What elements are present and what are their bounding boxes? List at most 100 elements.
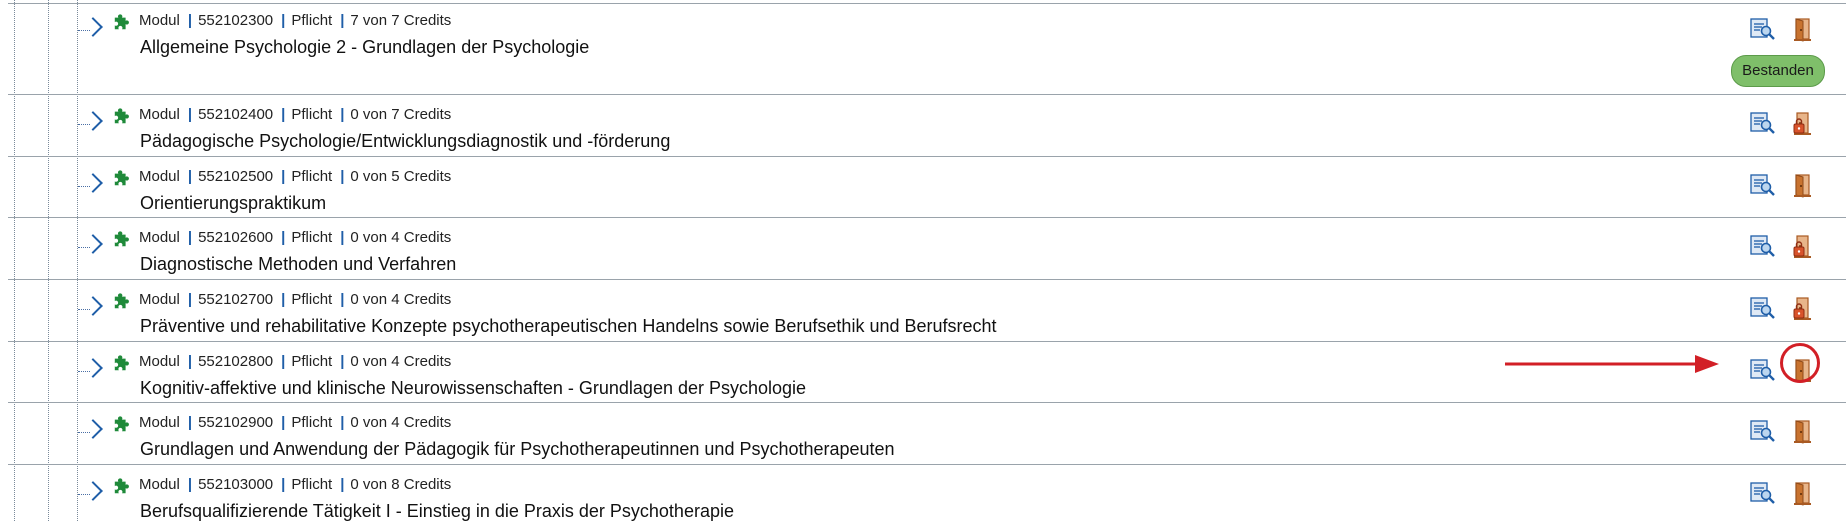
meta-separator: |: [187, 476, 193, 493]
meta-separator: |: [187, 106, 193, 123]
annotation-circle: [1780, 343, 1820, 383]
details-search-icon[interactable]: [1750, 234, 1776, 258]
module-type: Modul: [139, 168, 180, 185]
module-title[interactable]: Kognitiv-affektive und klinische Neurowi…: [140, 378, 806, 399]
door-icon[interactable]: [1790, 173, 1814, 199]
module-title[interactable]: Präventive und rehabilitative Konzepte p…: [140, 316, 997, 337]
expand-chevron-icon[interactable]: [83, 419, 103, 439]
meta-separator: |: [187, 229, 193, 246]
module-kind: Pflicht: [291, 476, 333, 493]
module-credits: 0 von 5 Credits: [350, 168, 452, 185]
expand-chevron-icon[interactable]: [83, 358, 103, 378]
module-kind: Pflicht: [291, 106, 333, 123]
module-list-page: Modul | 552102300 | Pflicht | 7 von 7 Credits …: [0, 0, 1846, 521]
module-number: 552102400: [198, 106, 274, 123]
door-locked-icon[interactable]: [1790, 296, 1814, 322]
module-title[interactable]: Diagnostische Methoden und Verfahren: [140, 254, 456, 275]
meta-separator: |: [281, 106, 286, 123]
meta-separator: |: [187, 291, 193, 308]
expand-chevron-icon[interactable]: [83, 173, 103, 193]
meta-separator: |: [340, 291, 345, 308]
meta-separator: |: [187, 168, 193, 185]
puzzle-icon: [114, 170, 129, 186]
module-number: 552102600: [198, 229, 274, 246]
module-meta: Modul | 552102800 | Pflicht | 0 von 4 Credits: [139, 353, 451, 370]
module-credits: 0 von 7 Credits: [350, 106, 452, 123]
door-icon[interactable]: [1790, 419, 1814, 445]
module-type: Modul: [139, 353, 180, 370]
puzzle-icon: [114, 108, 129, 124]
expand-chevron-icon[interactable]: [83, 296, 103, 316]
annotation-arrow: [1505, 355, 1719, 373]
module-row: Modul | 552102600 | Pflicht | 0 von 4 Credits …: [0, 217, 1846, 279]
module-meta: Modul | 552102900 | Pflicht | 0 von 4 Credits: [139, 414, 451, 431]
module-number: 552103000: [198, 476, 274, 493]
expand-chevron-icon[interactable]: [83, 111, 103, 131]
module-title[interactable]: Orientierungspraktikum: [140, 193, 326, 214]
puzzle-icon: [114, 14, 129, 30]
puzzle-icon: [114, 416, 129, 432]
door-locked-icon[interactable]: [1790, 111, 1814, 137]
door-icon[interactable]: [1790, 481, 1814, 507]
module-kind: Pflicht: [291, 291, 333, 308]
module-row: Modul | 552102900 | Pflicht | 0 von 4 Credits …: [0, 402, 1846, 464]
expand-chevron-icon[interactable]: [83, 481, 103, 501]
meta-separator: |: [340, 353, 345, 370]
details-search-icon[interactable]: [1750, 481, 1776, 505]
door-locked-icon[interactable]: [1790, 234, 1814, 260]
details-search-icon[interactable]: [1750, 17, 1776, 41]
details-search-icon[interactable]: [1750, 173, 1776, 197]
module-row: Modul | 552102500 | Pflicht | 0 von 5 Credits …: [0, 156, 1846, 217]
module-row: Modul | 552102400 | Pflicht | 0 von 7 Credits …: [0, 94, 1846, 156]
module-title[interactable]: Allgemeine Psychologie 2 - Grundlagen de…: [140, 37, 589, 58]
meta-separator: |: [187, 12, 193, 29]
module-title[interactable]: Pädagogische Psychologie/Entwicklungsdia…: [140, 131, 670, 152]
meta-separator: |: [281, 12, 286, 29]
module-meta: Modul | 552102400 | Pflicht | 0 von 7 Credits: [139, 106, 451, 123]
module-number: 552102800: [198, 353, 274, 370]
meta-separator: |: [281, 291, 286, 308]
meta-separator: |: [340, 414, 345, 431]
module-number: 552102900: [198, 414, 274, 431]
module-credits: 0 von 4 Credits: [350, 353, 452, 370]
details-search-icon[interactable]: [1750, 111, 1776, 135]
module-title[interactable]: Berufsqualifizierende Tätigkeit I - Eins…: [140, 501, 734, 521]
status-badge: Bestanden: [1731, 55, 1825, 87]
meta-separator: |: [281, 168, 286, 185]
module-meta: Modul | 552102600 | Pflicht | 0 von 4 Credits: [139, 229, 451, 246]
module-kind: Pflicht: [291, 353, 333, 370]
details-search-icon[interactable]: [1750, 296, 1776, 320]
module-row: Modul | 552103000 | Pflicht | 0 von 8 Credits …: [0, 464, 1846, 521]
module-row: Modul | 552102300 | Pflicht | 7 von 7 Credits …: [0, 0, 1846, 94]
expand-chevron-icon[interactable]: [83, 17, 103, 37]
module-type: Modul: [139, 291, 180, 308]
module-meta: Modul | 552103000 | Pflicht | 0 von 8 Credits: [139, 476, 451, 493]
module-kind: Pflicht: [291, 414, 333, 431]
puzzle-icon: [114, 231, 129, 247]
puzzle-icon: [114, 355, 129, 371]
puzzle-icon: [114, 293, 129, 309]
meta-separator: |: [187, 414, 193, 431]
module-credits: 7 von 7 Credits: [350, 12, 452, 29]
module-row: Modul | 552102700 | Pflicht | 0 von 4 Credits …: [0, 279, 1846, 341]
module-meta: Modul | 552102300 | Pflicht | 7 von 7 Credits: [139, 12, 451, 29]
meta-separator: |: [340, 476, 345, 493]
module-kind: Pflicht: [291, 229, 333, 246]
details-search-icon[interactable]: [1750, 419, 1776, 443]
module-credits: 0 von 4 Credits: [350, 229, 452, 246]
expand-chevron-icon[interactable]: [83, 234, 103, 254]
module-type: Modul: [139, 414, 180, 431]
module-type: Modul: [139, 476, 180, 493]
module-credits: 0 von 4 Credits: [350, 291, 452, 308]
door-icon[interactable]: [1790, 17, 1814, 43]
module-number: 552102500: [198, 168, 274, 185]
module-kind: Pflicht: [291, 168, 333, 185]
module-credits: 0 von 8 Credits: [350, 476, 452, 493]
details-search-icon[interactable]: [1750, 358, 1776, 382]
meta-separator: |: [281, 476, 286, 493]
meta-separator: |: [340, 12, 345, 29]
meta-separator: |: [281, 353, 286, 370]
puzzle-icon: [114, 478, 129, 494]
module-title[interactable]: Grundlagen und Anwendung der Pädagogik f…: [140, 439, 895, 460]
meta-separator: |: [281, 229, 286, 246]
